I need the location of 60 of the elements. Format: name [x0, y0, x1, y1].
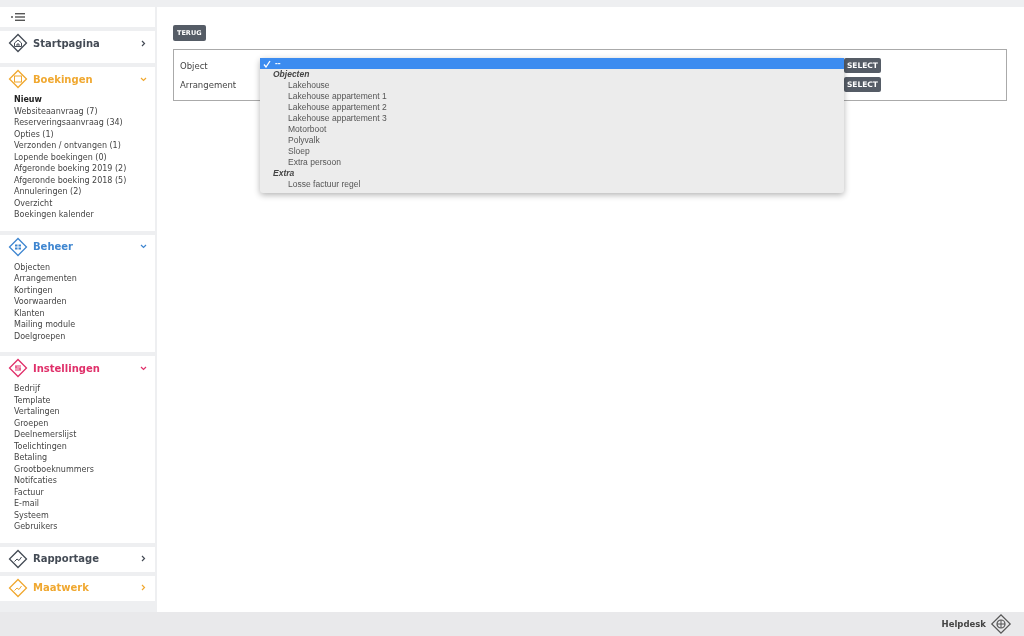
chevron-down-icon[interactable]: [140, 243, 147, 250]
sidebar-link[interactable]: Toelichtingen: [14, 440, 155, 452]
sidebar-link[interactable]: Factuur: [14, 486, 155, 498]
sidebar-link[interactable]: Systeem: [14, 509, 155, 521]
sidebar-link[interactable]: Verzonden / ontvangen (1): [14, 140, 155, 152]
sidebar-link[interactable]: Mailing module: [14, 319, 155, 331]
sidebar-link[interactable]: Vertalingen: [14, 406, 155, 418]
sidebar-link[interactable]: Notifcaties: [14, 475, 155, 487]
chevron-right-icon[interactable]: [140, 39, 147, 47]
sidebar-link[interactable]: Grootboeknummers: [14, 463, 155, 475]
sidebar-link[interactable]: Nieuw: [14, 94, 155, 106]
sidebar-link[interactable]: Objecten: [14, 261, 155, 273]
lifebuoy-icon[interactable]: [990, 613, 1012, 635]
sidebar-link[interactable]: Reserveringsaanvraag (34): [14, 117, 155, 129]
dropdown-option[interactable]: Sloep: [260, 146, 844, 157]
grid-icon: [8, 236, 28, 257]
section-title[interactable]: Rapportage: [33, 553, 135, 564]
dropdown-option[interactable]: Lakehouse appartement 1: [260, 91, 844, 102]
sidebar-link[interactable]: Bedrijf: [14, 383, 155, 395]
sidebar-link[interactable]: Websiteaanvraag (7): [14, 105, 155, 117]
helpdesk-link[interactable]: Helpdesk: [941, 619, 986, 629]
dropdown-option[interactable]: Polyvalk: [260, 135, 844, 146]
option-group-label: Objecten: [272, 69, 311, 80]
sidebar-link[interactable]: Afgeronde boeking 2019 (2): [14, 163, 155, 175]
sidebar-link[interactable]: Voorwaarden: [14, 296, 155, 308]
dropdown-option[interactable]: Lakehouse appartement 2: [260, 102, 844, 113]
section-title[interactable]: Beheer: [33, 241, 135, 252]
sidebar-link[interactable]: Gebruikers: [14, 521, 155, 533]
sidebar-link[interactable]: Overzicht: [14, 197, 155, 209]
chevron-down-icon[interactable]: [140, 364, 147, 372]
dropdown-option[interactable]: Lakehouse: [260, 80, 844, 91]
section-title[interactable]: Startpagina: [33, 37, 135, 49]
sidebar-link[interactable]: Deelnemerslijst: [14, 429, 155, 441]
sidebar-link[interactable]: Betaling: [14, 452, 155, 464]
sidebar-link[interactable]: Annuleringen (2): [14, 186, 155, 198]
dropdown-option[interactable]: Extra persoon: [260, 157, 844, 168]
chevron-right-icon[interactable]: [140, 555, 147, 562]
menu-icon[interactable]: [11, 13, 25, 21]
sidebar-link[interactable]: Groepen: [14, 417, 155, 429]
chart-icon: [8, 548, 28, 569]
field-label: Arrangement: [180, 79, 237, 90]
dropdown-option[interactable]: Lakehouse appartement 3: [260, 113, 844, 124]
option-group-label: Extra: [272, 168, 296, 179]
sidebar-link[interactable]: Arrangementen: [14, 273, 155, 285]
sidebar-link[interactable]: Boekingen kalender: [14, 209, 155, 221]
chart-icon: [8, 577, 28, 598]
dropdown-option[interactable]: Motorboot: [260, 124, 844, 135]
sidebar-link[interactable]: Kortingen: [14, 284, 155, 296]
sidebar-link[interactable]: Template: [14, 394, 155, 406]
sidebar-link[interactable]: E-mail: [14, 498, 155, 510]
check-icon: [263, 59, 271, 68]
sidebar-link[interactable]: Afgeronde boeking 2018 (5): [14, 174, 155, 186]
home-icon: [8, 33, 28, 53]
sidebar-link[interactable]: Doelgroepen: [14, 330, 155, 342]
dropdown-option[interactable]: Losse factuur regel: [260, 179, 844, 190]
sidebar-link[interactable]: Lopende boekingen (0): [14, 151, 155, 163]
sidebar-link[interactable]: Klanten: [14, 307, 155, 319]
field-label: Object: [180, 60, 208, 71]
section-title[interactable]: Instellingen: [33, 362, 135, 374]
sidebar-link[interactable]: Opties (1): [14, 128, 155, 140]
